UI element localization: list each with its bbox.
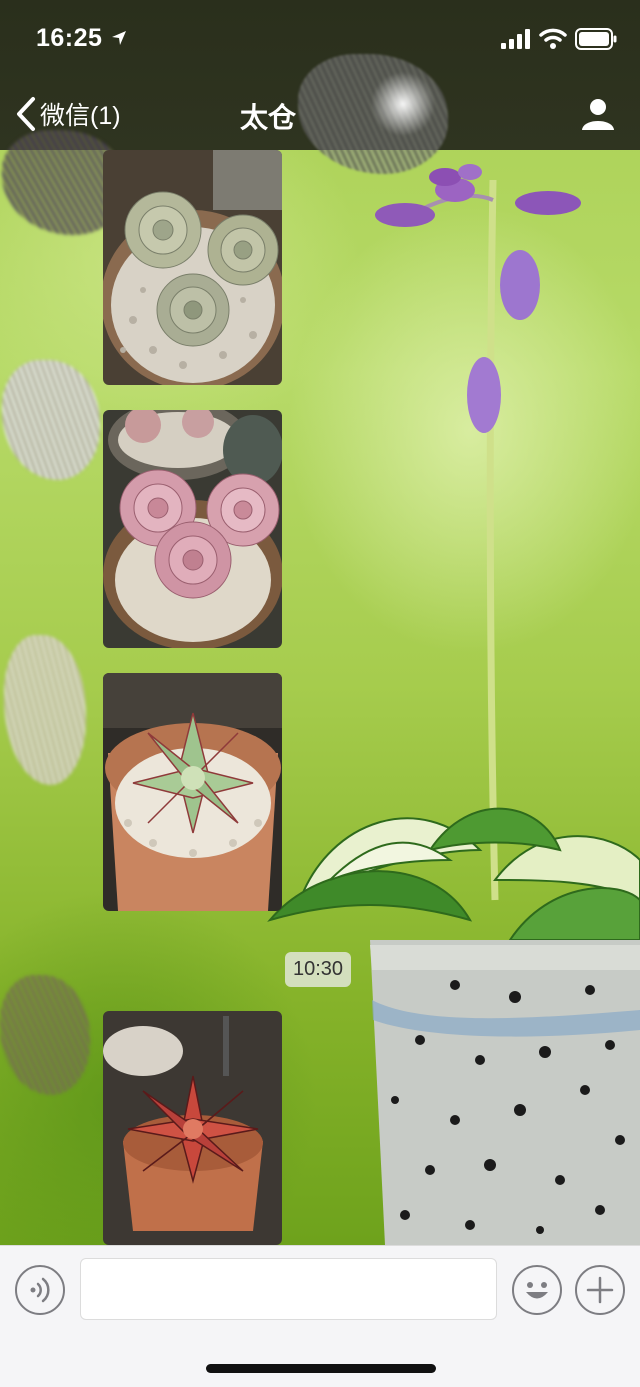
chevron-left-icon [17,97,35,131]
voice-button[interactable] [15,1265,65,1315]
voice-icon [30,1277,50,1303]
input-bar [0,1245,640,1387]
location-arrow-icon [112,31,126,45]
succulent-photo [103,410,282,648]
emoji-icon [526,1282,548,1299]
image-message[interactable] [103,150,282,385]
battery-icon [575,28,617,50]
back-label: 微信(1) [40,102,121,130]
plus-button[interactable] [575,1265,625,1315]
succulent-photo [103,150,282,385]
image-message[interactable] [103,673,282,911]
message-input[interactable] [80,1258,497,1320]
timestamp: 10:30 [285,952,352,987]
profile-icon[interactable] [580,96,616,132]
status-time: 16:25 [36,24,103,52]
succulent-photo [103,1011,282,1245]
wifi-icon [539,28,567,49]
chat-title: 太仓 [240,102,297,133]
image-message[interactable] [103,1011,282,1245]
home-indicator [206,1364,436,1373]
succulent-photo [103,673,282,911]
image-message[interactable] [103,410,282,648]
emoji-button[interactable] [512,1265,562,1315]
plus-icon [586,1276,614,1304]
signal-icon [501,29,530,49]
back-button[interactable]: 微信(1) [14,94,121,134]
